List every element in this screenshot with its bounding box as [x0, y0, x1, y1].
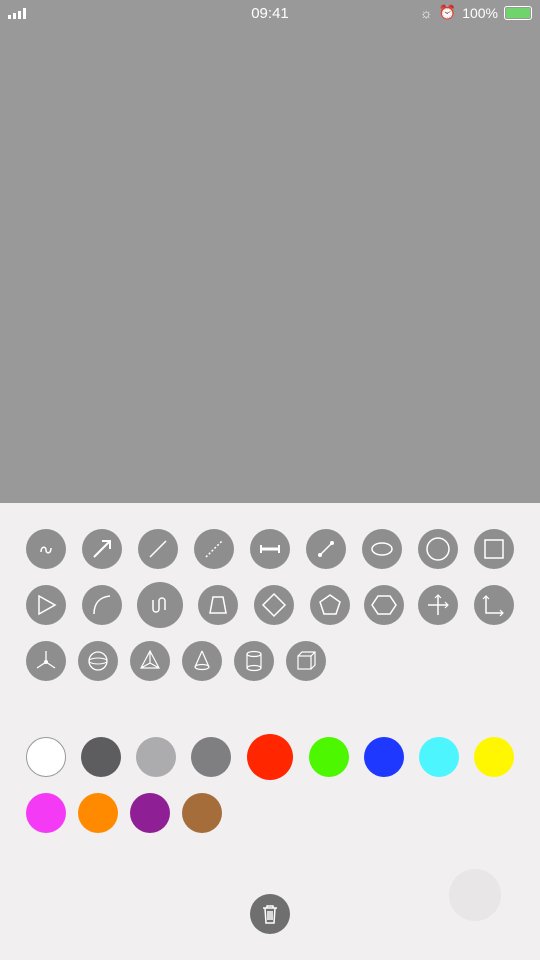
dashed-line-icon[interactable]	[194, 529, 234, 569]
color-swatch-dark-gray[interactable]	[81, 737, 121, 777]
segment-icon[interactable]	[306, 529, 346, 569]
trash-button[interactable]	[250, 894, 290, 934]
double-arrow-icon[interactable]	[250, 529, 290, 569]
color-swatch-blue[interactable]	[364, 737, 404, 777]
color-swatch-white[interactable]	[26, 737, 66, 777]
pentagon-icon[interactable]	[310, 585, 350, 625]
sphere-icon[interactable]	[78, 641, 118, 681]
brightness-icon: ☼	[419, 4, 433, 21]
freehand-icon[interactable]	[26, 529, 66, 569]
color-swatch-cyan[interactable]	[419, 737, 459, 777]
hexagon-icon[interactable]	[364, 585, 404, 625]
arrow-icon[interactable]	[82, 529, 122, 569]
diamond-icon[interactable]	[254, 585, 294, 625]
cross-axis-icon[interactable]	[418, 585, 458, 625]
color-swatch-green[interactable]	[309, 737, 349, 777]
cube-icon[interactable]	[286, 641, 326, 681]
cone-icon[interactable]	[182, 641, 222, 681]
color-swatch-orange[interactable]	[78, 793, 118, 833]
drawing-canvas[interactable]	[0, 26, 540, 503]
color-swatch-red[interactable]	[247, 734, 293, 780]
status-bar: 09:41 ☼ ⏰ 100%	[0, 0, 540, 26]
trapezoid-icon[interactable]	[198, 585, 238, 625]
color-swatch-gray[interactable]	[191, 737, 231, 777]
battery-percent: 100%	[462, 4, 498, 21]
color-swatch-yellow[interactable]	[474, 737, 514, 777]
color-swatch-purple[interactable]	[130, 793, 170, 833]
ellipse-icon[interactable]	[362, 529, 402, 569]
pyramid-icon[interactable]	[130, 641, 170, 681]
battery-icon	[504, 5, 532, 20]
wave-icon[interactable]	[137, 582, 183, 628]
arc-icon[interactable]	[82, 585, 122, 625]
line-icon[interactable]	[138, 529, 178, 569]
circle-icon[interactable]	[418, 529, 458, 569]
triangle-icon[interactable]	[26, 585, 66, 625]
cylinder-icon[interactable]	[234, 641, 274, 681]
trash-icon	[263, 905, 277, 924]
3d-axis-icon[interactable]	[26, 641, 66, 681]
square-icon[interactable]	[474, 529, 514, 569]
angle-axis-icon[interactable]	[474, 585, 514, 625]
assistive-touch-button[interactable]	[449, 869, 501, 921]
color-swatch-magenta[interactable]	[26, 793, 66, 833]
color-swatch-light-gray[interactable]	[136, 737, 176, 777]
color-swatch-brown[interactable]	[182, 793, 222, 833]
alarm-icon: ⏰	[438, 4, 457, 20]
